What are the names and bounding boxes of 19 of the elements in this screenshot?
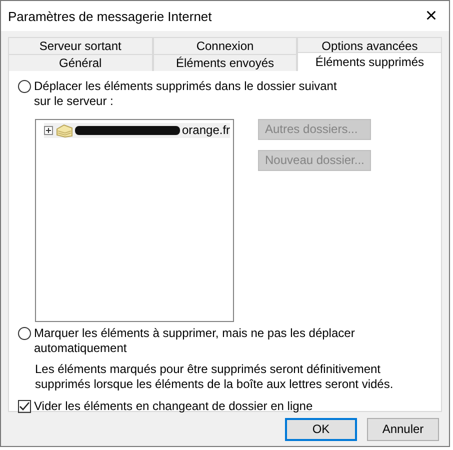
radio-label: Déplacer les éléments supprimés dans le dossier suivant sur le serveur : xyxy=(34,79,338,109)
tab[interactable]: Éléments envoyés xyxy=(152,54,298,71)
tab[interactable]: Général xyxy=(8,54,153,71)
close-button[interactable]: × xyxy=(419,6,443,26)
checkbox-label: Vider les éléments en changeant de dossier en ligne xyxy=(34,399,313,414)
tab[interactable]: Éléments supprimés xyxy=(297,52,442,71)
window-title: Paramètres de messagerie Internet xyxy=(8,8,212,24)
expand-icon[interactable] xyxy=(44,126,53,135)
mailbox-icon xyxy=(55,124,73,138)
tab[interactable]: Serveur sortant xyxy=(8,37,153,54)
checkbox[interactable] xyxy=(18,400,31,413)
radio-label: Marquer les éléments à supprimer, mais ne pas les déplacer automatiquement xyxy=(34,326,356,356)
cancel-button[interactable]: Annuler xyxy=(367,418,439,441)
folder-tree[interactable]: orange.fr xyxy=(35,119,234,322)
radio-button[interactable] xyxy=(18,80,31,93)
tab[interactable]: Connexion xyxy=(152,37,298,54)
radio-button[interactable] xyxy=(18,327,31,340)
ok-button[interactable]: OK xyxy=(285,418,357,441)
note-text: Les éléments marqués pour être supprimés seront définitivement supprimés lorsque les éléments de la boîte aux lettres seront vidés. xyxy=(35,362,394,392)
